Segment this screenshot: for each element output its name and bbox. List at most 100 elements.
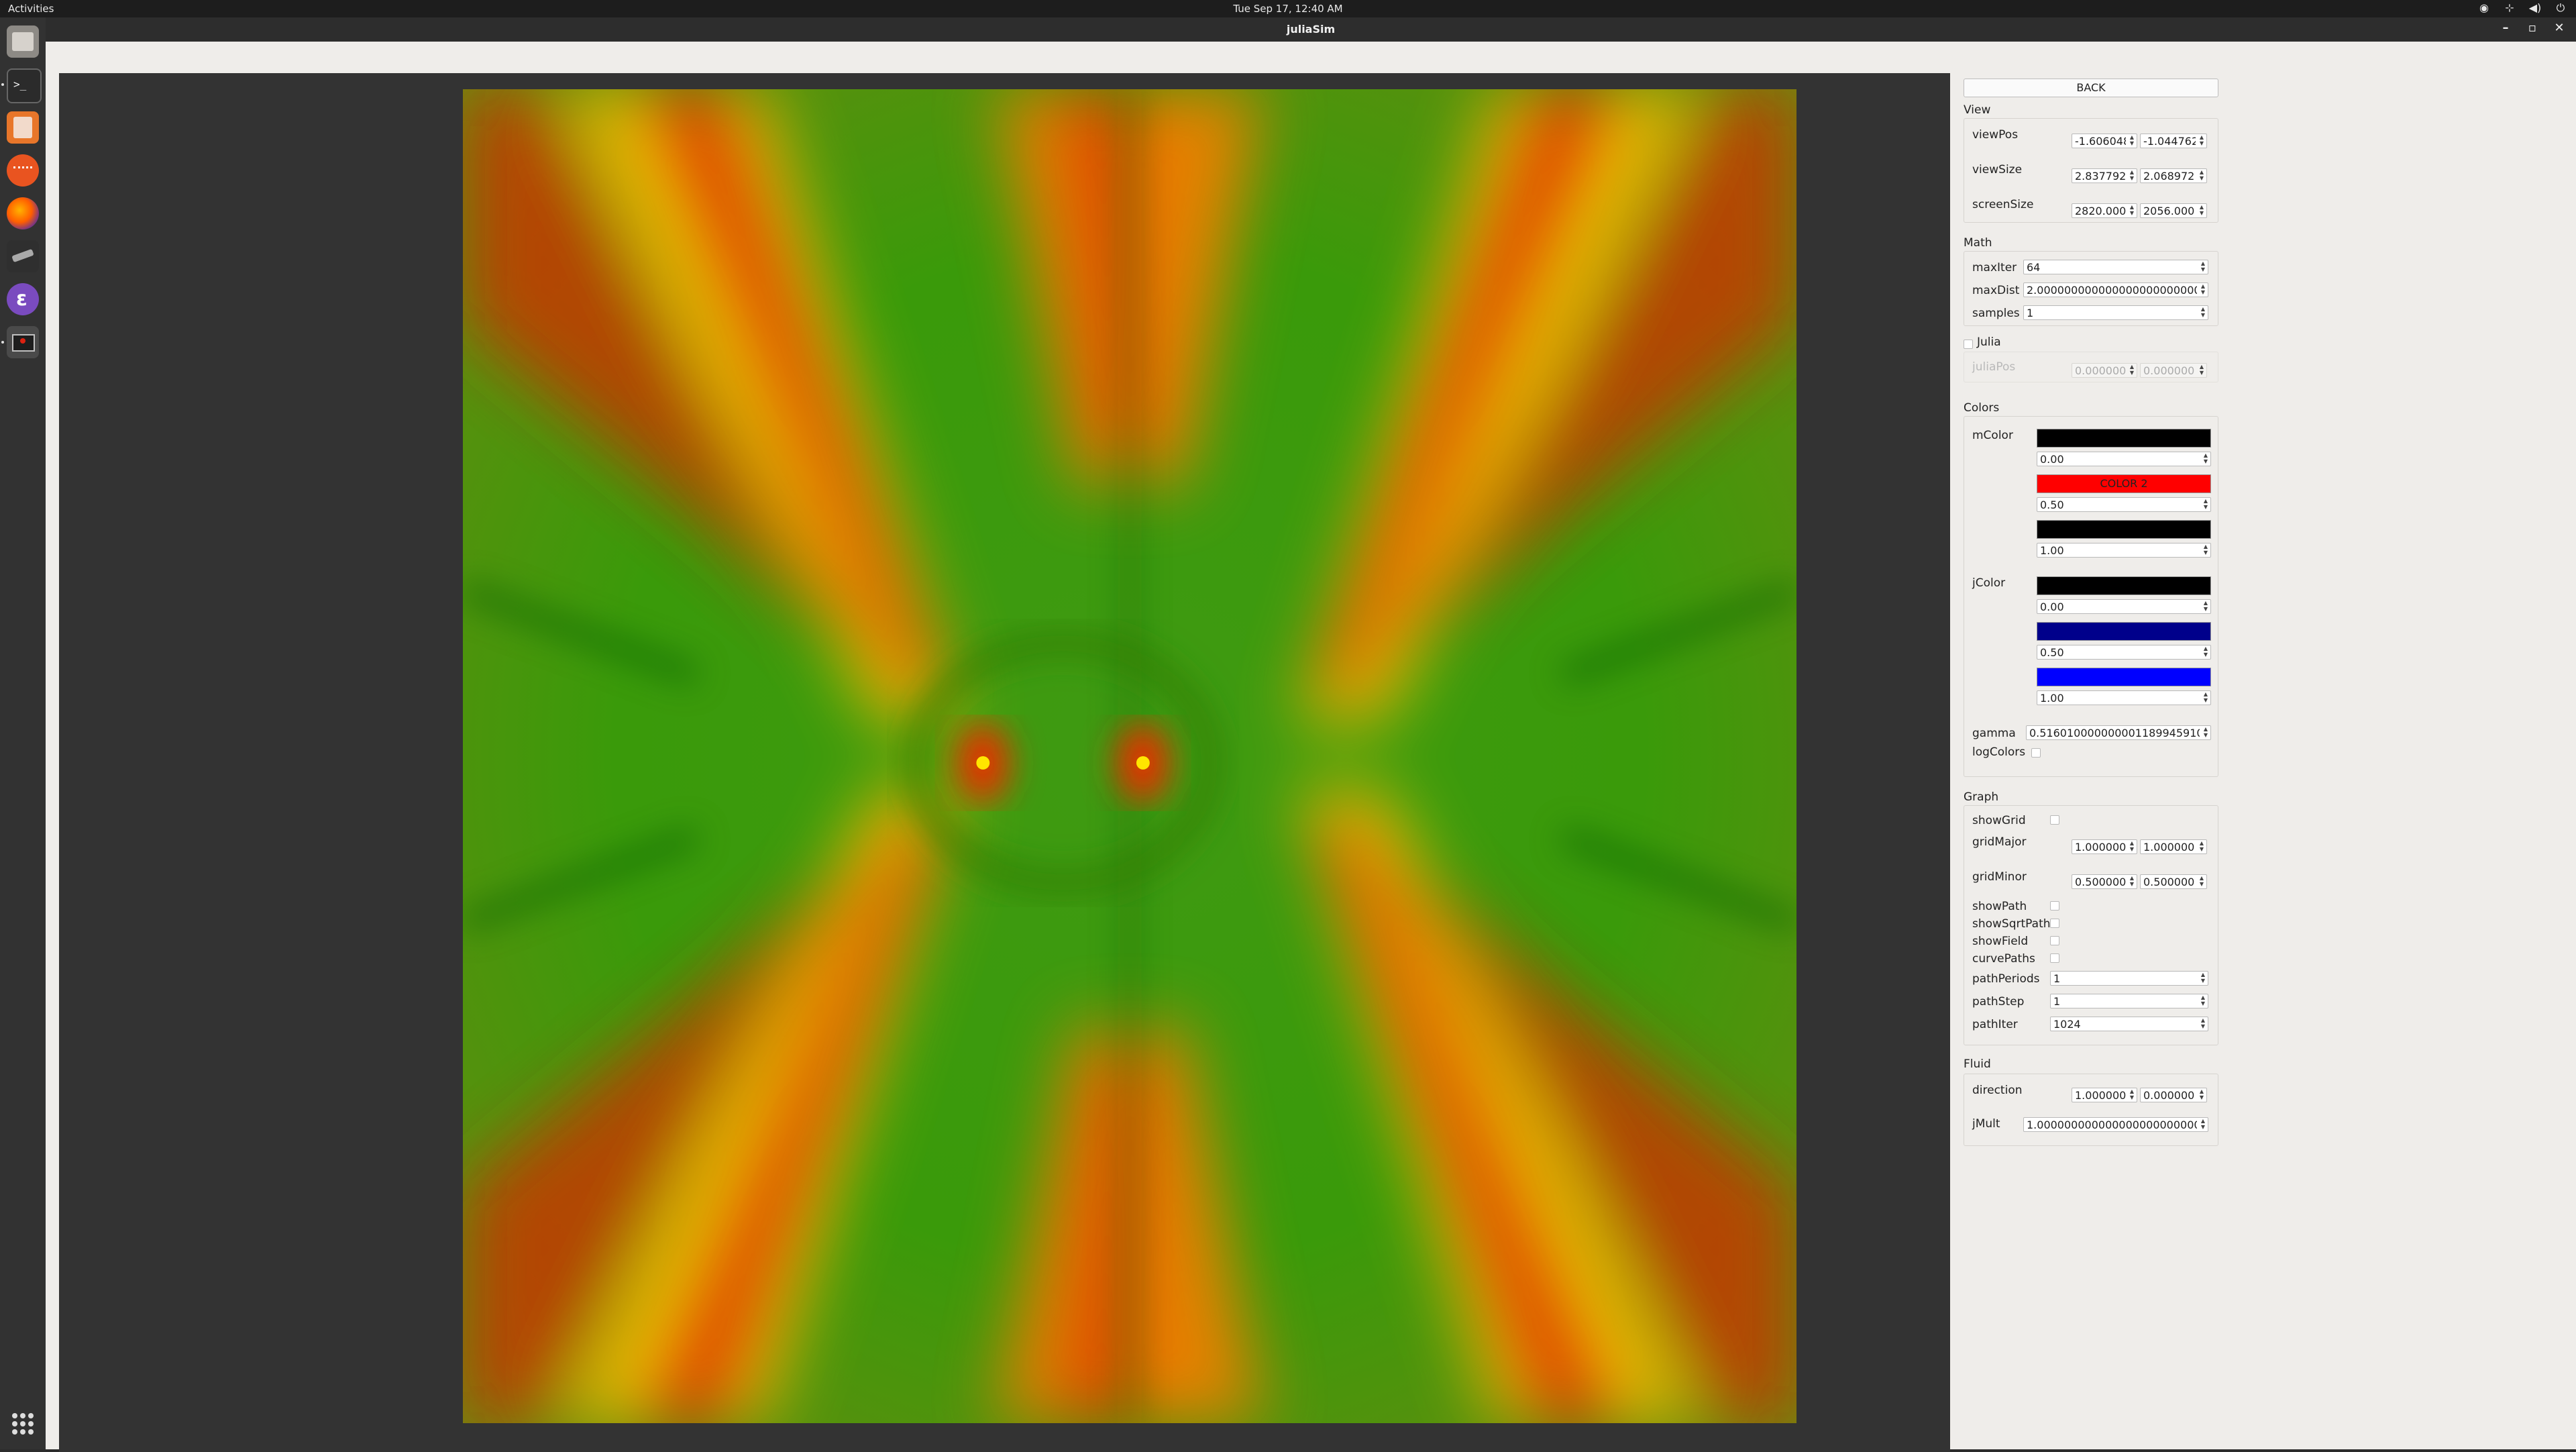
showgrid-label: showGrid: [1972, 814, 2026, 827]
tools-icon[interactable]: [7, 240, 39, 272]
logcolors-checkbox[interactable]: [2031, 748, 2041, 758]
showfield-label: showField: [1972, 935, 2029, 948]
viewpos-y-spin[interactable]: -1.044762 ▲ ▼: [2140, 134, 2207, 148]
mcolor-stop-1-swatch[interactable]: [2037, 429, 2211, 448]
viewpos-x-spin[interactable]: -1.606048 ▲ ▼: [2072, 134, 2137, 148]
jcolor-label: jColor: [1972, 576, 2006, 590]
clock[interactable]: Tue Sep 17, 12:40 AM: [0, 3, 2576, 15]
mcolor-stop-3-swatch[interactable]: [2037, 520, 2211, 539]
screensize-x-spin[interactable]: 2820.000 ▲ ▼: [2072, 203, 2137, 218]
ubuntu-help-icon[interactable]: [7, 154, 39, 187]
section-title-fluid: Fluid: [1964, 1057, 1991, 1071]
dock: >_ ε: [0, 17, 46, 1449]
mcolor-stop-2-pos[interactable]: 0.50 ▲ ▼: [2037, 497, 2211, 512]
viewsize-x-spin[interactable]: 2.837792 ▲ ▼: [2072, 168, 2137, 183]
section-title-graph: Graph: [1964, 790, 1999, 804]
jcolor-stop-3-pos[interactable]: 1.00 ▲ ▼: [2037, 690, 2211, 705]
direction-y-spin[interactable]: 0.000000 ▲ ▼: [2140, 1088, 2207, 1102]
gridminor-y-spin[interactable]: 0.500000 ▲ ▼: [2140, 874, 2207, 889]
gamma-label: gamma: [1972, 727, 2016, 740]
section-title-colors: Colors: [1964, 401, 2000, 415]
graph-group: showGrid gridMajor 1.000000 ▲ ▼ 1.000000 ▲ ▼…: [1964, 805, 2218, 1045]
screensize-y-spin[interactable]: 2056.000 ▲ ▼: [2140, 203, 2207, 218]
maxiter-label: maxIter: [1972, 261, 2017, 274]
gridmajor-y-spin[interactable]: 1.000000 ▲ ▼: [2140, 839, 2207, 854]
system-tray: ◉ ⊹ ◀) ⏻: [2477, 1, 2568, 15]
mcolor-stop-3-pos[interactable]: 1.00 ▲ ▼: [2037, 543, 2211, 558]
showpath-checkbox[interactable]: [2050, 901, 2059, 911]
direction-label: direction: [1972, 1084, 2023, 1097]
running-indicator: [1, 341, 4, 344]
pathstep-label: pathStep: [1972, 995, 2025, 1008]
maxiter-spin[interactable]: 64 ▲ ▼: [2023, 260, 2208, 274]
jcolor-stop-1-pos[interactable]: 0.00 ▲ ▼: [2037, 599, 2211, 614]
maxdist-label: maxDist: [1972, 284, 2020, 297]
showgrid-checkbox[interactable]: [2050, 815, 2059, 825]
software-center-icon[interactable]: [7, 111, 39, 144]
gridmajor-label: gridMajor: [1972, 835, 2027, 849]
math-group: maxIter 64 ▲ ▼ maxDist 2.00000000000000000…: [1964, 251, 2218, 326]
render-viewport[interactable]: [59, 73, 1950, 1452]
running-indicator: [1, 83, 4, 86]
gridminor-label: gridMinor: [1972, 870, 2027, 884]
mcolor-label: mColor: [1972, 429, 2013, 442]
network-icon[interactable]: ⊹: [2502, 1, 2517, 15]
samples-label: samples: [1972, 307, 2020, 320]
showpath-label: showPath: [1972, 900, 2027, 913]
juliasim-app-icon[interactable]: [7, 326, 39, 358]
jcolor-stop-2-swatch[interactable]: [2037, 622, 2211, 641]
terminal-icon[interactable]: >_: [7, 68, 42, 103]
minimize-icon[interactable]: –: [2498, 21, 2513, 35]
gridminor-x-spin[interactable]: 0.500000 ▲ ▼: [2072, 874, 2137, 889]
juliapos-y-spin[interactable]: 0.000000 ▲ ▼: [2140, 363, 2207, 378]
pathiter-spin[interactable]: 1024 ▲ ▼: [2050, 1017, 2208, 1031]
pathiter-label: pathIter: [1972, 1018, 2018, 1031]
colors-group: mColor 0.00 ▲ ▼ COLOR 2 0.50 ▲ ▼ 1.00 ▲ ▼ jCol…: [1964, 416, 2218, 777]
jmult-label: jMult: [1972, 1117, 2000, 1131]
fluid-group: direction 1.000000 ▲ ▼ 0.000000 ▲ ▼ jMult 1.…: [1964, 1074, 2218, 1146]
showsqrtpath-checkbox[interactable]: [2050, 919, 2059, 928]
julia-checkbox[interactable]: [1964, 340, 1973, 349]
juliasim-window: juliaSim – ▫ ✕ BACK View viewPos -1.6060…: [46, 17, 2576, 1452]
pathperiods-spin[interactable]: 1 ▲ ▼: [2050, 971, 2208, 986]
steam-icon[interactable]: ◉: [2477, 1, 2491, 15]
window-titlebar[interactable]: juliaSim – ▫ ✕: [46, 17, 2576, 42]
maxdist-spin[interactable]: 2.000000000000000000000000 ▲ ▼: [2023, 282, 2208, 297]
viewsize-label: viewSize: [1972, 163, 2023, 176]
jcolor-stop-1-swatch[interactable]: [2037, 576, 2211, 595]
showfield-checkbox[interactable]: [2050, 936, 2059, 945]
mcolor-stop-2-swatch[interactable]: COLOR 2: [2037, 474, 2211, 493]
direction-x-spin[interactable]: 1.000000 ▲ ▼: [2072, 1088, 2137, 1102]
logcolors-label: logColors: [1972, 745, 2026, 759]
julia-group: juliaPos 0.000000 ▲ ▼ 0.000000 ▲ ▼: [1964, 352, 2218, 382]
system-top-bar: Activities Tue Sep 17, 12:40 AM ◉ ⊹ ◀) ⏻: [0, 0, 2576, 17]
showsqrtpath-label: showSqrtPath: [1972, 917, 2051, 931]
pathstep-spin[interactable]: 1 ▲ ▼: [2050, 994, 2208, 1008]
mcolor-stop-1-pos[interactable]: 0.00 ▲ ▼: [2037, 452, 2211, 466]
juliapos-label: juliaPos: [1972, 360, 2016, 374]
jmult-spin[interactable]: 1.000000000000000000000000 ▲ ▼: [2023, 1117, 2208, 1132]
back-button[interactable]: BACK: [1964, 79, 2218, 97]
emacs-icon[interactable]: ε: [7, 283, 39, 315]
julia-label: Julia: [1977, 335, 2001, 349]
files-icon[interactable]: [7, 25, 39, 58]
jcolor-stop-2-pos[interactable]: 0.50 ▲ ▼: [2037, 645, 2211, 660]
window-content: BACK View viewPos -1.606048 ▲ ▼ -1.044762 ▲…: [46, 42, 2576, 1452]
juliapos-x-spin[interactable]: 0.000000 ▲ ▼: [2072, 363, 2137, 378]
power-icon[interactable]: ⏻: [2553, 1, 2568, 15]
section-title-math: Math: [1964, 236, 1992, 250]
curvepaths-checkbox[interactable]: [2050, 953, 2059, 963]
gamma-spin[interactable]: 0.5160100000000011899459100 ▲ ▼: [2026, 725, 2211, 740]
firefox-icon[interactable]: [7, 197, 39, 229]
volume-icon[interactable]: ◀): [2528, 1, 2542, 15]
view-group: viewPos -1.606048 ▲ ▼ -1.044762 ▲ ▼ viewSize…: [1964, 118, 2218, 223]
maximize-icon[interactable]: ▫: [2525, 21, 2540, 35]
gridmajor-x-spin[interactable]: 1.000000 ▲ ▼: [2072, 839, 2137, 854]
samples-spin[interactable]: 1 ▲ ▼: [2023, 305, 2208, 320]
close-icon[interactable]: ✕: [2552, 21, 2567, 35]
fractal-image[interactable]: [463, 89, 1796, 1423]
jcolor-stop-3-swatch[interactable]: [2037, 668, 2211, 686]
viewsize-y-spin[interactable]: 2.068972 ▲ ▼: [2140, 168, 2207, 183]
show-applications-icon[interactable]: [12, 1413, 34, 1435]
viewpos-label: viewPos: [1972, 128, 2019, 142]
